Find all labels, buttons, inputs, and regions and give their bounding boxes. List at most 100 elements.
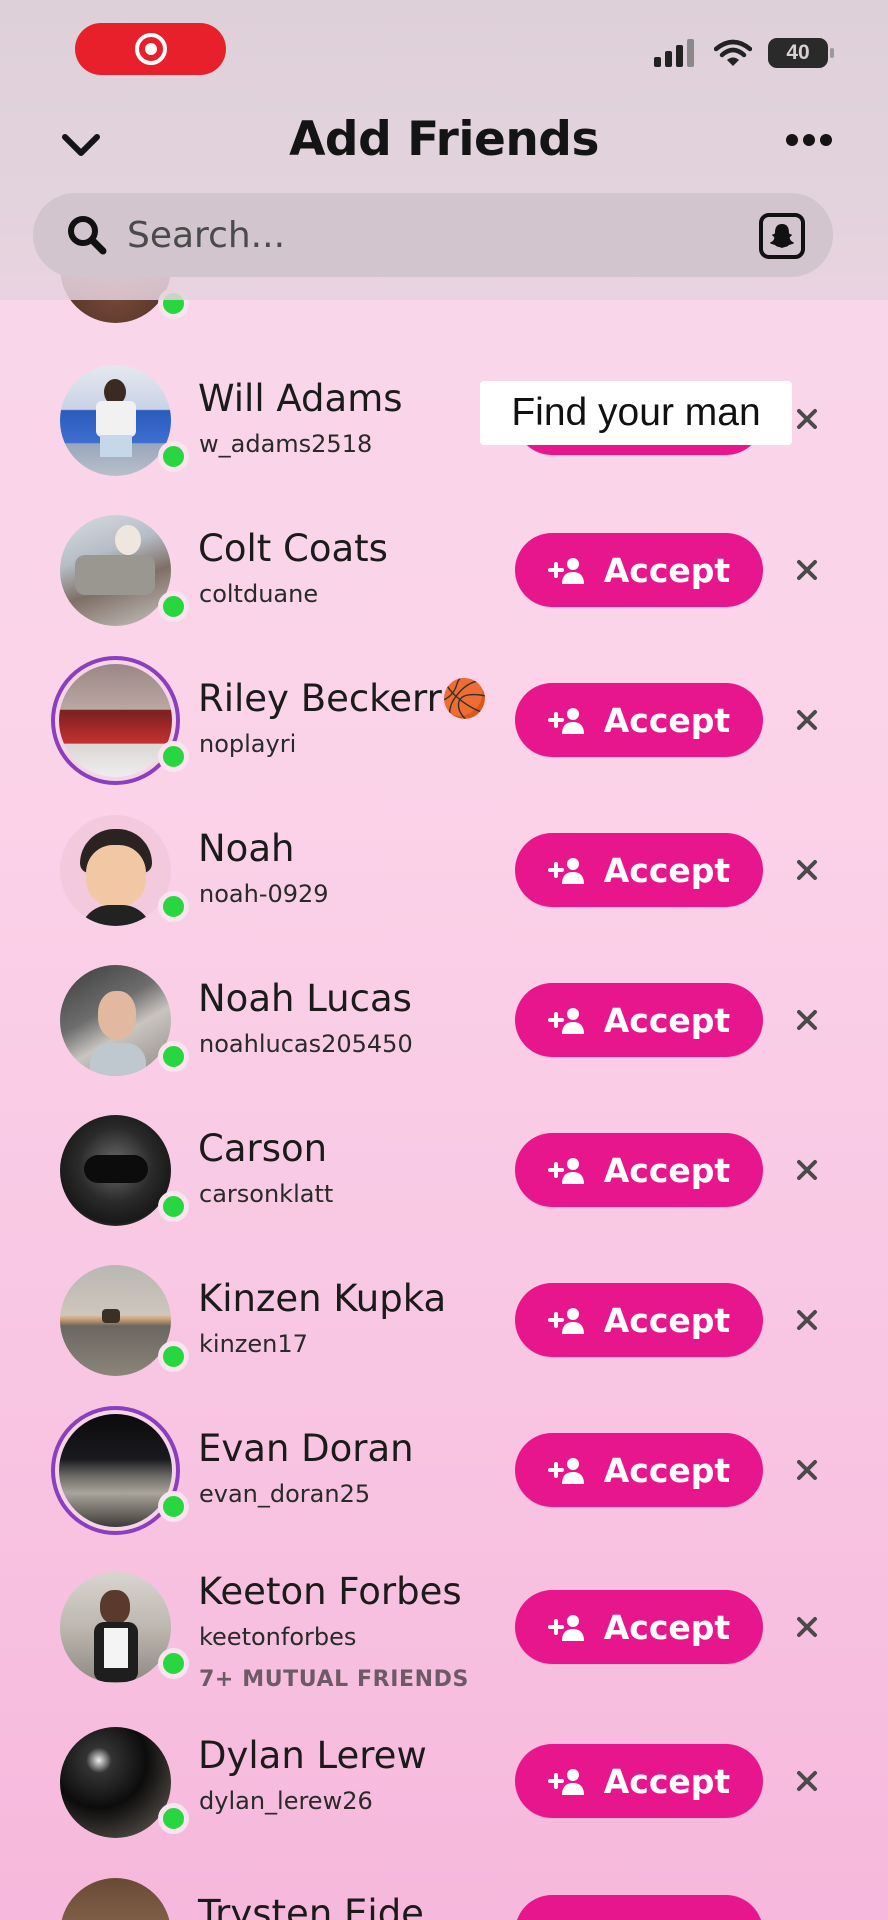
friend-name: Noah	[198, 827, 295, 870]
dismiss-icon[interactable]	[793, 1156, 821, 1184]
caption-sticker: Find your man	[480, 381, 792, 445]
accept-label: Accept	[603, 1000, 731, 1040]
online-indicator	[158, 1491, 189, 1522]
wifi-icon	[714, 39, 752, 66]
avatar[interactable]	[58, 813, 189, 928]
more-options-icon[interactable]	[786, 134, 832, 146]
add-friend-icon	[547, 1615, 584, 1641]
add-friend-icon	[547, 558, 584, 584]
add-friend-icon	[547, 1008, 584, 1034]
avatar[interactable]	[58, 963, 189, 1078]
dismiss-icon[interactable]	[793, 1613, 821, 1641]
dismiss-icon[interactable]	[793, 1306, 821, 1334]
accept-button[interactable]	[515, 1895, 763, 1920]
friend-username: dylan_lerew26	[199, 1787, 373, 1815]
snapcode-scan-icon[interactable]	[759, 213, 805, 259]
friend-username: coltduane	[199, 580, 319, 608]
accept-button[interactable]: Accept	[515, 1283, 763, 1357]
accept-label: Accept	[603, 700, 731, 740]
friend-name: Will Adams	[198, 377, 403, 420]
avatar[interactable]	[58, 1725, 189, 1840]
list-item[interactable]: Evan Doran evan_doran25 Accept	[0, 1406, 888, 1563]
online-indicator	[158, 1803, 189, 1834]
accept-button[interactable]: Accept	[515, 1590, 763, 1664]
online-indicator	[158, 1191, 189, 1222]
accept-button[interactable]: Accept	[515, 1133, 763, 1207]
avatar[interactable]	[58, 513, 189, 628]
add-friend-icon	[547, 1158, 584, 1184]
cellular-signal-icon	[654, 39, 694, 67]
friend-name: Keeton Forbes	[198, 1570, 462, 1613]
avatar[interactable]	[58, 1570, 189, 1685]
accept-label: Accept	[603, 1450, 731, 1490]
list-item[interactable]: Dylan Lerew dylan_lerew26 Accept	[0, 1725, 888, 1875]
list-item[interactable]: Noah noah-0929 Accept	[0, 813, 888, 963]
dismiss-icon[interactable]	[793, 556, 821, 584]
search-icon	[68, 216, 107, 255]
friend-username: noahlucas205450	[199, 1030, 413, 1058]
list-item[interactable]: Kinzen Kupka kinzen17 Accept	[0, 1263, 888, 1413]
dismiss-icon[interactable]	[793, 706, 821, 734]
status-bar: 40	[654, 38, 834, 68]
friend-username: w_adams2518	[199, 430, 373, 458]
search-bar[interactable]	[33, 193, 833, 277]
record-icon	[134, 33, 167, 65]
list-item[interactable]: Keeton Forbes keetonforbes 7+ MUTUAL FRI…	[0, 1570, 888, 1720]
dismiss-icon[interactable]	[793, 1767, 821, 1795]
friend-name: Trysten Eide	[198, 1892, 424, 1920]
page-title: Add Friends	[289, 112, 599, 167]
friend-name: Riley Beckerr🏀	[198, 677, 488, 720]
avatar[interactable]	[58, 1113, 189, 1228]
online-indicator	[158, 741, 189, 772]
list-item[interactable]: Trysten Eide	[0, 1876, 888, 1920]
dismiss-icon[interactable]	[793, 405, 821, 433]
friend-name: Noah Lucas	[198, 977, 412, 1020]
dismiss-icon[interactable]	[793, 1456, 821, 1484]
avatar[interactable]	[51, 656, 189, 785]
add-friend-icon	[547, 858, 584, 884]
online-indicator	[158, 441, 189, 472]
add-friend-icon	[547, 1308, 584, 1334]
header: 40 Add Friends	[0, 0, 888, 300]
accept-button[interactable]: Accept	[515, 1744, 763, 1818]
friend-username: noplayri	[199, 730, 297, 758]
list-item[interactable]: Colt Coats coltduane Accept	[0, 513, 888, 663]
accept-button[interactable]: Accept	[515, 1433, 763, 1507]
search-input[interactable]	[127, 207, 687, 263]
list-item[interactable]: Noah Lucas noahlucas205450 Accept	[0, 963, 888, 1113]
online-indicator	[158, 891, 189, 922]
accept-label: Accept	[603, 850, 731, 890]
avatar[interactable]	[58, 1263, 189, 1378]
avatar[interactable]	[58, 363, 189, 478]
avatar[interactable]	[51, 1406, 189, 1535]
dismiss-icon[interactable]	[793, 1006, 821, 1034]
online-indicator	[158, 1041, 189, 1072]
screen-recording-indicator[interactable]	[75, 23, 226, 75]
friend-name: Colt Coats	[198, 527, 388, 570]
friend-username: kinzen17	[199, 1330, 308, 1358]
dismiss-icon[interactable]	[793, 856, 821, 884]
add-friend-icon	[547, 1458, 584, 1484]
online-indicator	[158, 1341, 189, 1372]
accept-button[interactable]: Accept	[515, 983, 763, 1057]
add-friend-icon	[547, 1769, 584, 1795]
friend-name: Carson	[198, 1127, 328, 1170]
accept-label: Accept	[603, 1761, 731, 1801]
accept-label: Accept	[603, 1300, 731, 1340]
battery-level: 40	[786, 41, 810, 64]
friend-name: Evan Doran	[198, 1427, 414, 1470]
accept-label: Accept	[603, 1607, 731, 1647]
accept-label: Accept	[603, 1150, 731, 1190]
online-indicator	[158, 591, 189, 622]
accept-button[interactable]: Accept	[515, 833, 763, 907]
accept-button[interactable]: Accept	[515, 533, 763, 607]
list-item[interactable]: Riley Beckerr🏀 noplayri Accept	[0, 656, 888, 813]
add-friend-icon	[547, 708, 584, 734]
accept-label: Accept	[603, 550, 731, 590]
list-item[interactable]: Carson carsonklatt Accept	[0, 1113, 888, 1263]
friend-username: keetonforbes	[199, 1623, 357, 1651]
avatar[interactable]	[58, 1876, 173, 1920]
accept-button[interactable]: Accept	[515, 683, 763, 757]
battery-icon: 40	[768, 38, 834, 68]
friend-username: evan_doran25	[199, 1480, 371, 1508]
